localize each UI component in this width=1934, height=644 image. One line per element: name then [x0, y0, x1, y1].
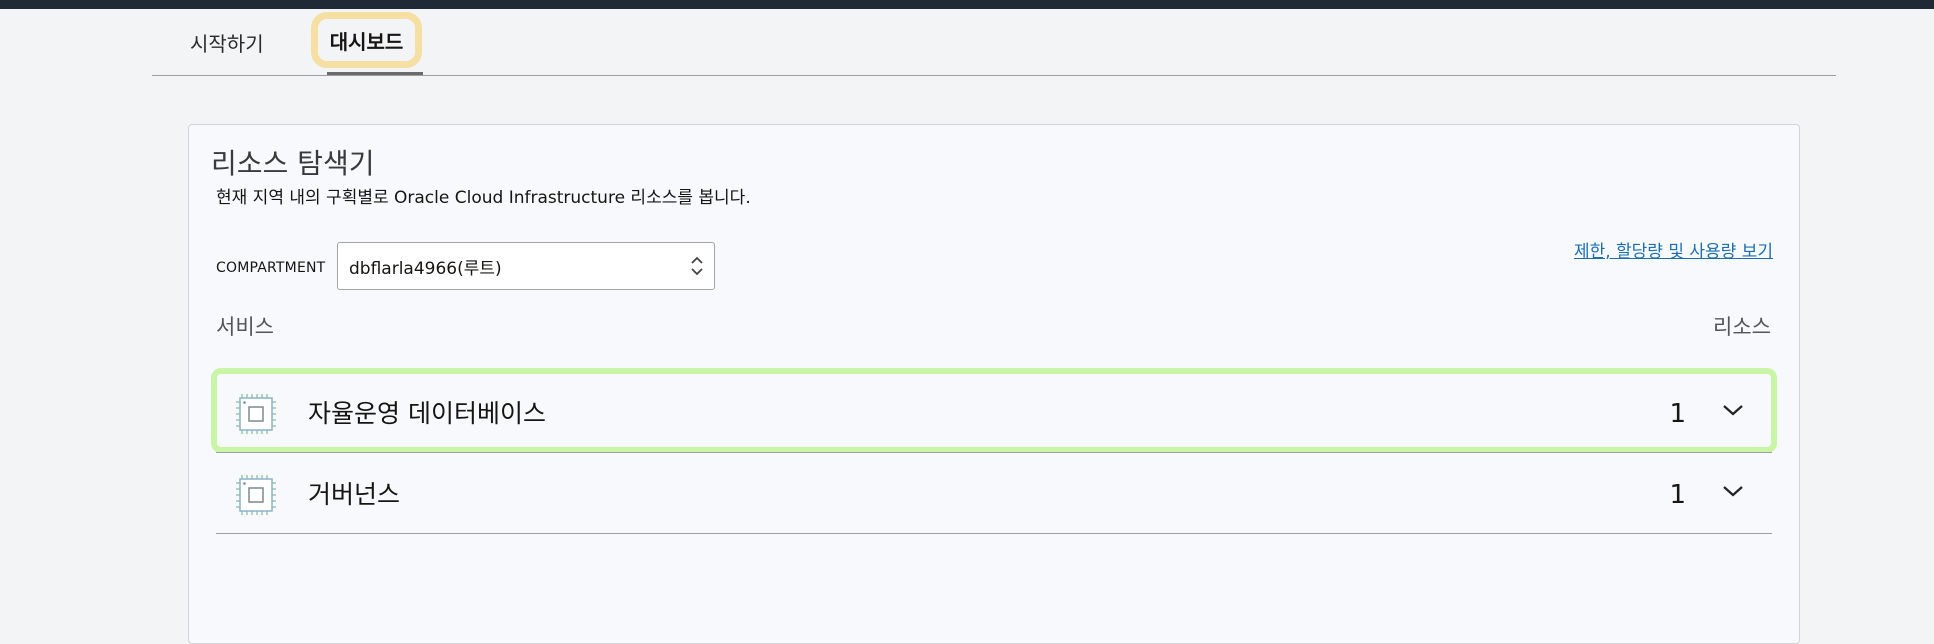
service-column-header: 서비스 [216, 315, 274, 339]
chip-icon [234, 473, 278, 521]
resource-explorer-panel: 리소스 탐색기 현재 지역 내의 구획별로 Oracle Cloud Infra… [188, 124, 1800, 644]
tab-getting-started[interactable]: 시작하기 [190, 9, 264, 75]
panel-description: 현재 지역 내의 구획별로 Oracle Cloud Infrastructur… [216, 188, 751, 208]
compartment-value: dbflarla4966(루트) [349, 258, 502, 279]
tab-bar: 시작하기 대시보드 [152, 9, 1836, 76]
chevron-down-icon[interactable] [1722, 402, 1744, 421]
panel-title: 리소스 탐색기 [211, 147, 375, 180]
compartment-label: COMPARTMENT [216, 260, 326, 276]
service-name: 거버넌스 [308, 480, 401, 509]
compartment-select[interactable]: dbflarla4966(루트) [337, 242, 715, 290]
view-limits-link[interactable]: 제한, 할당량 및 사용량 보기 [1574, 237, 1773, 262]
service-row-governance[interactable]: 거버넌스 1 [216, 452, 1772, 534]
service-row-autonomous-database[interactable]: 자율운영 데이터베이스 1 [211, 368, 1777, 453]
tab-dashboard[interactable]: 대시보드 [311, 12, 422, 68]
active-tab-indicator [327, 72, 423, 75]
chevron-down-icon[interactable] [1722, 483, 1744, 502]
service-name: 자율운영 데이터베이스 [308, 399, 546, 428]
resources-column-header: 리소스 [1713, 315, 1771, 339]
top-nav-bar [0, 0, 1934, 9]
chip-icon [234, 392, 278, 440]
resource-count: 1 [1669, 399, 1686, 429]
up-down-caret-icon [690, 254, 704, 283]
resource-count: 1 [1669, 480, 1686, 510]
